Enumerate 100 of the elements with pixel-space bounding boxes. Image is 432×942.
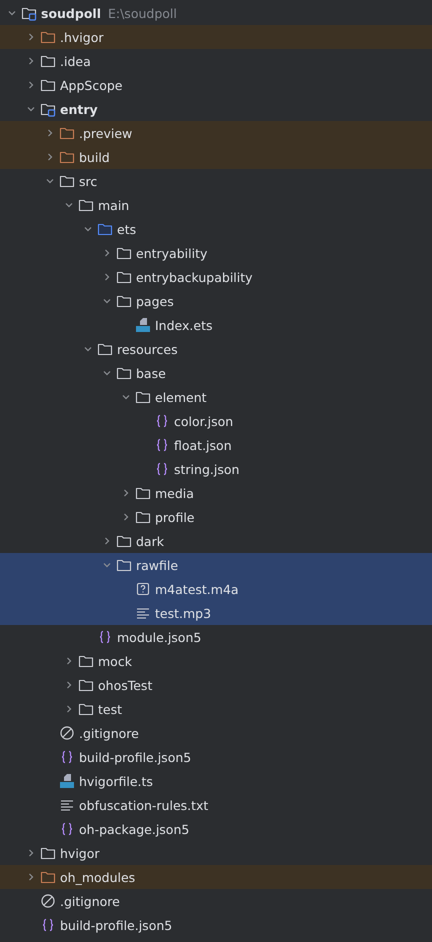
braces-icon — [154, 437, 170, 453]
folder-icon — [78, 701, 94, 717]
chevron-down-icon[interactable] — [102, 368, 112, 378]
tree-item-label[interactable]: float.json — [174, 438, 232, 452]
tree-item-label[interactable]: .hvigor — [60, 30, 104, 44]
folder-icon — [135, 509, 151, 525]
tree-item-label[interactable]: oh_modules — [60, 870, 136, 884]
tree-item-label[interactable]: hvigor — [60, 846, 100, 860]
selected-row[interactable]: m4atest.m4a — [0, 577, 432, 601]
tree-item-label[interactable]: AppScope — [60, 78, 122, 92]
chevron-right-icon[interactable] — [121, 512, 131, 522]
folder-icon — [135, 389, 151, 405]
tree-item-label[interactable]: build-profile.json5 — [60, 918, 172, 932]
excluded-row[interactable]: oh_modules — [0, 865, 432, 889]
tree-item-label[interactable]: entryability — [136, 246, 208, 260]
chevron-right-icon[interactable] — [26, 56, 36, 66]
script-file-icon — [59, 773, 75, 789]
chevron-right-icon[interactable] — [26, 32, 36, 42]
tree-item-label[interactable]: ets — [117, 222, 136, 236]
tree-item-label[interactable]: rawfile — [136, 558, 178, 572]
tree-item-label[interactable]: entrybackupability — [136, 270, 253, 284]
module-folder-icon — [40, 101, 56, 117]
tree-item-label[interactable]: element — [155, 390, 207, 404]
tree-item-label[interactable]: hvigorfile.ts — [79, 774, 153, 788]
chevron-down-icon[interactable] — [45, 176, 55, 186]
braces-icon — [59, 821, 75, 837]
tree-item-label[interactable]: dark — [136, 534, 164, 548]
blocked-icon — [59, 725, 75, 741]
tree-item-label[interactable]: color.json — [174, 414, 234, 428]
chevron-right-icon[interactable] — [45, 128, 55, 138]
chevron-right-icon[interactable] — [45, 152, 55, 162]
chevron-right-icon[interactable] — [26, 80, 36, 90]
folder-icon — [97, 341, 113, 357]
excluded-row[interactable]: build — [0, 145, 432, 169]
project-path: E:\soudpoll — [108, 6, 177, 20]
folder-icon — [97, 221, 113, 237]
folder-icon — [116, 557, 132, 573]
folder-icon — [59, 125, 75, 141]
tree-item-label[interactable]: main — [98, 198, 130, 212]
folder-icon — [116, 269, 132, 285]
tree-item-label[interactable]: .gitignore — [79, 726, 139, 740]
chevron-right-icon[interactable] — [102, 272, 112, 282]
chevron-down-icon[interactable] — [102, 560, 112, 570]
tree-item-label[interactable]: entry — [60, 102, 98, 116]
chevron-down-icon[interactable] — [83, 344, 93, 354]
chevron-down-icon[interactable] — [64, 200, 74, 210]
folder-icon — [135, 485, 151, 501]
folder-icon — [78, 653, 94, 669]
tree-item-label[interactable]: .idea — [60, 54, 91, 68]
tree-item-label[interactable]: resources — [117, 342, 178, 356]
chevron-down-icon[interactable] — [7, 8, 17, 18]
tree-item-label[interactable]: base — [136, 366, 166, 380]
tree-item-label[interactable]: .preview — [79, 126, 132, 140]
script-file-icon — [135, 317, 151, 333]
braces-icon — [154, 461, 170, 477]
excluded-row[interactable]: .preview — [0, 121, 432, 145]
selected-row[interactable]: test.mp3 — [0, 601, 432, 625]
chevron-right-icon[interactable] — [26, 872, 36, 882]
chevron-right-icon[interactable] — [64, 656, 74, 666]
chevron-down-icon[interactable] — [26, 104, 36, 114]
chevron-down-icon[interactable] — [102, 296, 112, 306]
selected-row[interactable]: rawfile — [0, 553, 432, 577]
tree-item-label[interactable]: ohosTest — [98, 678, 152, 692]
module-folder-icon — [21, 5, 37, 21]
tree-item-label[interactable]: string.json — [174, 462, 240, 476]
tree-item-label[interactable]: pages — [136, 294, 174, 308]
chevron-right-icon[interactable] — [64, 680, 74, 690]
folder-icon — [116, 533, 132, 549]
tree-item-label[interactable]: obfuscation-rules.txt — [79, 798, 208, 812]
chevron-right-icon[interactable] — [121, 488, 131, 498]
tree-item-label[interactable]: Index.ets — [155, 318, 212, 332]
tree-item-label[interactable]: profile — [155, 510, 194, 524]
folder-icon — [40, 53, 56, 69]
tree-item-label[interactable]: media — [155, 486, 194, 500]
folder-icon — [40, 29, 56, 45]
tree-item-label[interactable]: build-profile.json5 — [79, 750, 192, 764]
tree-item-label[interactable]: test.mp3 — [155, 606, 212, 620]
tree-item-label[interactable]: oh-package.json5 — [79, 822, 190, 836]
chevron-right-icon[interactable] — [64, 704, 74, 714]
folder-icon — [59, 173, 75, 189]
tree-item-label[interactable]: build — [79, 150, 110, 164]
braces-icon — [59, 749, 75, 765]
chevron-right-icon[interactable] — [26, 848, 36, 858]
tree-item-label[interactable]: module.json5 — [117, 630, 202, 644]
tree-item-label[interactable]: m4atest.m4a — [155, 582, 239, 596]
tree-item-label[interactable]: .gitignore — [60, 894, 120, 908]
question-file-icon — [135, 581, 151, 597]
chevron-right-icon[interactable] — [102, 536, 112, 546]
tree-item-label[interactable]: src — [79, 174, 98, 188]
folder-icon — [78, 677, 94, 693]
tree-item-label[interactable]: mock — [98, 654, 132, 668]
folder-icon — [40, 77, 56, 93]
blocked-icon — [40, 893, 56, 909]
folder-icon — [40, 845, 56, 861]
tree-item-label[interactable]: test — [98, 702, 122, 716]
chevron-down-icon[interactable] — [83, 224, 93, 234]
chevron-down-icon[interactable] — [121, 392, 131, 402]
chevron-right-icon[interactable] — [102, 248, 112, 258]
excluded-row[interactable]: .hvigor — [0, 25, 432, 49]
tree-item-label[interactable]: soudpoll — [41, 6, 101, 20]
